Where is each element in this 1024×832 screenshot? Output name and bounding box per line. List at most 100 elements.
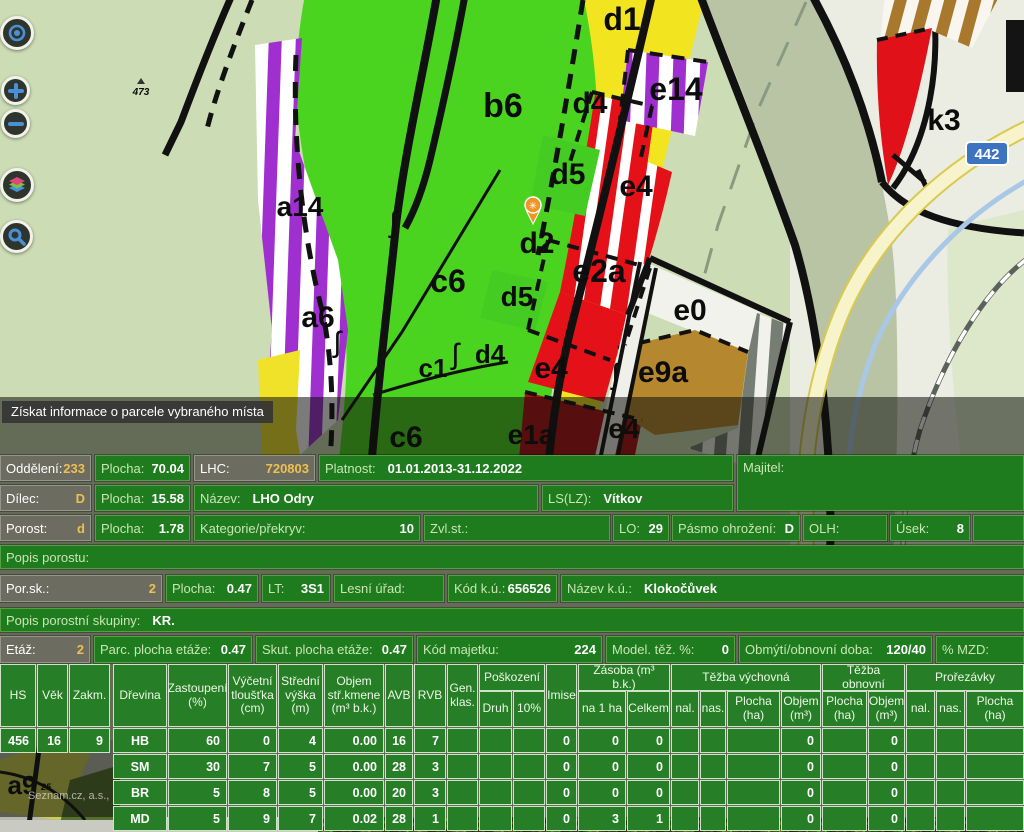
parcel-label: c6 (430, 263, 466, 299)
locate-button[interactable] (0, 16, 34, 50)
field-value: 224 (574, 642, 596, 657)
parcel-label: a14 (277, 191, 324, 222)
field-label: Kód majetku: (423, 642, 499, 657)
parcel-label: e9a (638, 356, 688, 389)
field-value: 2 (77, 642, 84, 657)
table-cell: 0 (578, 780, 626, 805)
field-model-tez: Model. těž. %:0 (606, 636, 735, 663)
field-label: LT: (268, 581, 284, 596)
table-cell (447, 754, 478, 779)
table-cell (966, 780, 1024, 805)
field-value: d (77, 521, 85, 536)
field-lt: LT: 3S1 (262, 575, 330, 602)
search-button[interactable] (0, 220, 33, 253)
field-label: Plocha: (101, 521, 144, 536)
sub-header: Plocha (ha) (822, 691, 867, 727)
table-cell (822, 780, 867, 805)
table-cell (447, 728, 478, 753)
field-label: Etáž: (6, 642, 36, 657)
table-cell: 5 (278, 754, 323, 779)
table-cell (727, 806, 780, 831)
table-cell: 0 (228, 728, 277, 753)
table-cell: 0.02 (324, 806, 384, 831)
sub-header: Plocha (ha) (966, 691, 1024, 727)
table-cell: 0 (546, 780, 577, 805)
field-label: Plocha: (101, 461, 144, 476)
table-cell (700, 754, 726, 779)
parcel-label: d4 (572, 87, 607, 120)
table-cell (906, 780, 935, 805)
field-value: 0.47 (221, 642, 246, 657)
field-mzd: % MZD: (936, 636, 1024, 663)
field-lhc: LHC: 720803 (194, 455, 315, 481)
table-cell: 0 (868, 806, 905, 831)
table-cell: 5 (168, 780, 227, 805)
parcel-label: c1 (419, 353, 448, 383)
field-majitel: Majitel: (737, 455, 1024, 511)
field-label: Skut. plocha etáže: (262, 642, 373, 657)
table-cell: 8 (228, 780, 277, 805)
table-cell (671, 806, 699, 831)
svg-text:442: 442 (974, 146, 999, 163)
field-value: 3S1 (301, 581, 324, 596)
table-cell: 28 (385, 754, 413, 779)
field-label: Por.sk.: (6, 581, 49, 596)
field-label: Úsek: (896, 521, 929, 536)
field-oddeleni: Oddělení:233 (0, 455, 91, 481)
svg-text:✳: ✳ (529, 201, 537, 212)
table-cell: 1 (414, 806, 446, 831)
table-cell: 9 (228, 806, 277, 831)
table-cell: 1 (627, 806, 670, 831)
table-cell: 3 (414, 780, 446, 805)
table-cell (671, 754, 699, 779)
table-cell (700, 780, 726, 805)
field-value: 720803 (266, 461, 309, 476)
col-header: AVB (385, 664, 413, 727)
table-cell (966, 806, 1024, 831)
table-cell: 0 (546, 806, 577, 831)
field-plocha-dilec: Plocha:15.58 (95, 485, 190, 511)
field-value: 29 (649, 521, 663, 536)
field-label: Kategorie/překryv: (200, 521, 306, 536)
table-cell (727, 780, 780, 805)
field-label: Obmýtí/obnovní doba: (745, 642, 873, 657)
col-header: Výčetní tloušťka (cm) (228, 664, 277, 727)
table-cell (479, 806, 512, 831)
field-value: 2 (149, 581, 156, 596)
field-label: Porost: (6, 521, 47, 536)
table-cell: 0 (781, 754, 821, 779)
field-label: LS(LZ): (548, 491, 591, 506)
sub-header: Celkem (627, 691, 670, 727)
field-label: Popis porostní skupiny: (6, 613, 140, 628)
target-icon (7, 23, 27, 43)
table-cell: 0 (546, 754, 577, 779)
field-platnost: Platnost:01.01.2013-31.12.2022 (319, 455, 733, 481)
map-attribution: Seznam.cz, a.s., (28, 790, 109, 802)
table-cell: 0.00 (324, 780, 384, 805)
zoom-in-button[interactable] (1, 76, 30, 105)
field-label: LHC: (200, 461, 230, 476)
table-cell: 0 (868, 780, 905, 805)
table-cell (822, 806, 867, 831)
field-nazev: Název:LHO Odry (194, 485, 538, 511)
field-label: OLH: (809, 521, 839, 536)
col-header: Věk (37, 664, 68, 727)
field-label: Plocha: (101, 491, 144, 506)
field-label: Pásmo ohrožení: (678, 521, 776, 536)
parcel-label: a6 (301, 301, 334, 334)
table-cell: SM (113, 754, 167, 779)
parcel-label: d1 (603, 1, 640, 37)
field-value: 656526 (508, 581, 551, 596)
layers-button[interactable] (0, 168, 34, 202)
table-cell: BR (113, 780, 167, 805)
table-cell (966, 728, 1024, 753)
table-cell: 20 (385, 780, 413, 805)
field-spacer-box (973, 515, 1024, 541)
col-header: Střední výška (m) (278, 664, 323, 727)
zoom-out-button[interactable] (1, 109, 30, 138)
sub-header: 10% (513, 691, 545, 727)
field-label: Plocha: (172, 581, 215, 596)
field-usek: Úsek:8 (890, 515, 970, 541)
field-parc-plocha-etaze: Parc. plocha etáže:0.47 (94, 636, 252, 663)
group-header: Zásoba (m³ b.k.) (578, 664, 670, 691)
